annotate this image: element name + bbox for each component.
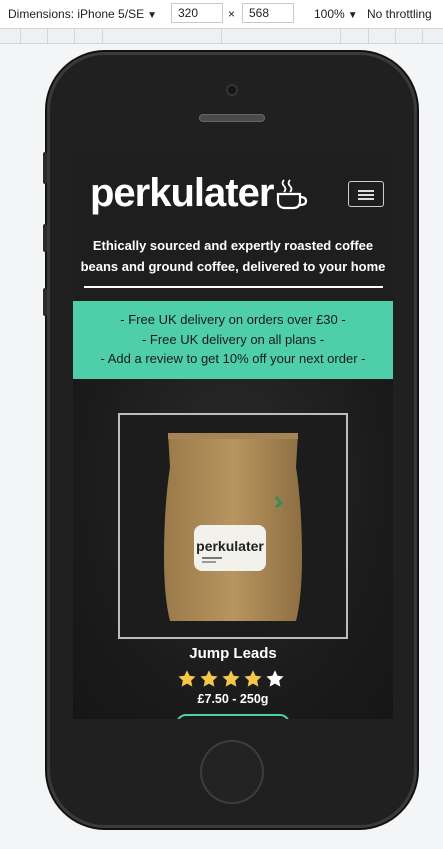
star-filled-icon [222, 670, 240, 687]
device-select[interactable]: Dimensions: iPhone 5/SE ▼ [8, 7, 157, 21]
zoom-select[interactable]: 100% ▼ [314, 7, 358, 21]
coffee-cup-icon [276, 179, 308, 210]
home-button[interactable] [200, 740, 264, 804]
site-tagline: Ethically sourced and expertly roasted c… [73, 235, 393, 277]
chevron-down-icon: ▼ [347, 10, 358, 21]
star-filled-icon [244, 670, 262, 687]
tagline-line-2: beans and ground coffee, delivered to yo… [80, 259, 386, 274]
zoom-label: 100% [314, 7, 345, 21]
site-header: perkulater Ethically sourced and expertl… [73, 151, 393, 301]
front-camera [226, 84, 238, 96]
header-divider [84, 286, 383, 288]
media-query-ruler [0, 29, 443, 44]
menu-toggle-button[interactable] [348, 181, 384, 207]
brand-logo[interactable]: perkulater [90, 171, 274, 216]
device-screen: perkulater Ethically sourced and expertl… [73, 151, 393, 719]
tagline-line-1: Ethically sourced and expertly roasted c… [92, 238, 374, 253]
volume-up-button [43, 224, 47, 252]
promo-line: - Free UK delivery on all plans - [141, 331, 325, 347]
throttling-select[interactable]: No throttling [367, 7, 432, 21]
dimension-separator: × [228, 7, 236, 21]
star-empty-icon [266, 670, 284, 687]
star-filled-icon [178, 670, 196, 687]
chevron-down-icon: ▼ [147, 10, 157, 21]
product-rating [177, 669, 289, 689]
product-name[interactable]: Jump Leads [73, 645, 393, 662]
coffee-bag-image: perkulater [164, 433, 302, 621]
earpiece-speaker [199, 114, 265, 122]
add-to-basket-button[interactable] [176, 714, 290, 719]
delivery-banner: - Free UK delivery on orders over £30 - … [73, 301, 393, 379]
mute-switch [43, 152, 47, 184]
promo-line: - Add a review to get 10% off your next … [100, 351, 366, 366]
star-filled-icon [200, 670, 218, 687]
device-select-label: Dimensions: iPhone 5/SE [8, 7, 145, 21]
promo-line: - Free UK delivery on orders over £30 - [120, 312, 346, 327]
width-input[interactable]: 320 [171, 3, 223, 23]
devtools-toolbar: Dimensions: iPhone 5/SE ▼ 320 × 568 100% ▼… [0, 0, 443, 29]
bag-label: perkulater [196, 538, 264, 554]
height-input[interactable]: 568 [242, 3, 294, 23]
volume-down-button [43, 288, 47, 316]
product-section: perkulater Jump Leads £7.50 - 250g [73, 379, 393, 719]
product-image-frame[interactable]: perkulater [118, 413, 348, 639]
product-price: £7.50 - 250g [197, 692, 269, 706]
menu-icon [358, 190, 374, 192]
